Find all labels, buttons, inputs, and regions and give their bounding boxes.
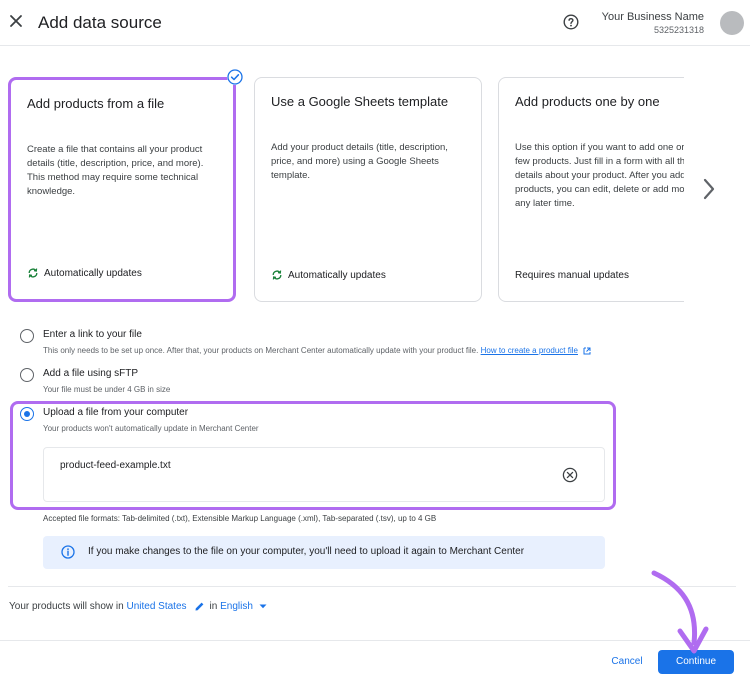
country-prefix: Your products will show in (9, 601, 124, 612)
continue-button[interactable]: Continue (658, 650, 734, 674)
card-description: Create a file that contains all your pro… (27, 144, 204, 197)
caret-down-icon[interactable] (259, 604, 267, 609)
card-title: Add products from a file (27, 96, 165, 111)
card-footer-label: Automatically updates (44, 267, 142, 279)
footer-divider (0, 640, 750, 641)
option-description: Your file must be under 4 GB in size (43, 385, 171, 394)
option-description: Your products won't automatically update… (43, 424, 259, 433)
country-link[interactable]: United States (126, 601, 186, 612)
card-title: Use a Google Sheets template (271, 94, 449, 109)
card-description: Use this option if you want to add one o… (515, 142, 684, 209)
option-label: Upload a file from your computer (43, 407, 189, 418)
chevron-right-icon[interactable] (702, 178, 716, 200)
language-link[interactable]: English (220, 601, 253, 612)
country-language-line: Your products will show in United States… (9, 601, 267, 612)
how-to-create-file-link[interactable]: How to create a product file (481, 346, 578, 355)
help-icon[interactable] (563, 14, 579, 30)
card-title: Add products one by one (515, 94, 660, 109)
annotation-arrow-icon (651, 570, 709, 654)
card-add-one-by-one[interactable]: Add products one by one Use this option … (498, 77, 684, 302)
card-footer: Automatically updates (271, 269, 386, 281)
card-footer: Automatically updates (27, 267, 142, 279)
info-banner-text: If you make changes to the file on your … (88, 546, 525, 557)
page-title: Add data source (38, 13, 162, 32)
radio-sftp[interactable] (20, 368, 34, 382)
card-description: Add your product details (title, descrip… (271, 142, 448, 181)
selected-check-icon (227, 69, 243, 85)
dialog-header: Add data source Your Business Name 53252… (0, 0, 750, 46)
avatar[interactable] (720, 11, 744, 35)
card-footer-label: Automatically updates (288, 269, 386, 281)
info-banner: If you make changes to the file on your … (43, 536, 605, 569)
external-link-icon[interactable] (583, 347, 591, 355)
cancel-button[interactable]: Cancel (602, 651, 652, 673)
accepted-formats-text: Accepted file formats: Tab-delimited (.t… (43, 514, 437, 523)
card-add-from-file[interactable]: Add products from a file Create a file t… (8, 77, 236, 302)
business-name: Your Business Name (601, 11, 704, 23)
option-sub-text: This only needs to be set up once. After… (43, 346, 479, 355)
source-type-carousel: Add products from a file Create a file t… (0, 74, 684, 306)
card-footer-label: Requires manual updates (515, 270, 629, 281)
card-google-sheets-template[interactable]: Use a Google Sheets template Add your pr… (254, 77, 482, 302)
remove-file-icon[interactable] (562, 467, 578, 483)
close-icon[interactable] (8, 13, 24, 29)
option-label: Add a file using sFTP (43, 368, 139, 379)
radio-upload-file[interactable] (20, 407, 34, 421)
sync-icon (272, 270, 282, 280)
sync-icon (28, 268, 38, 278)
in-text: in (209, 601, 218, 612)
option-label: Enter a link to your file (43, 329, 142, 340)
uploaded-file-field[interactable]: product-feed-example.txt (43, 447, 605, 502)
file-name: product-feed-example.txt (60, 460, 171, 471)
radio-enter-link[interactable] (20, 329, 34, 343)
edit-pencil-icon[interactable] (194, 601, 205, 612)
divider (8, 586, 736, 587)
info-icon (61, 545, 75, 559)
business-id: 5325231318 (653, 25, 704, 35)
card-footer: Requires manual updates (515, 270, 629, 281)
option-description: This only needs to be set up once. After… (43, 346, 591, 355)
